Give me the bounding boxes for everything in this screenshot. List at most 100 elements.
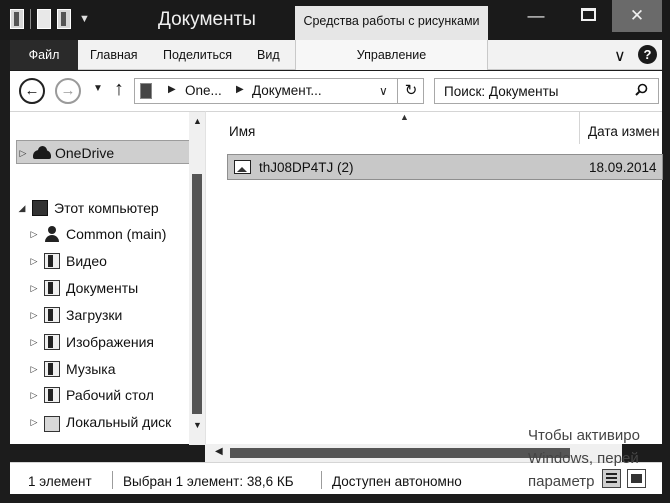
nav-item-label: Загрузки (66, 307, 123, 323)
activation-watermark-line: параметр (528, 473, 595, 490)
nav-item-label: Локальный диск (66, 414, 172, 430)
nav-item-onedrive[interactable]: ▷ OneDrive (16, 140, 192, 164)
title-bar: ▼ Документы Средства работы с рисунками … (0, 0, 670, 40)
status-availability: Доступен автономно (332, 474, 462, 489)
expand-icon[interactable]: ▷ (28, 330, 40, 354)
breadcrumb-separator[interactable]: ▶ (236, 84, 244, 95)
expand-icon[interactable]: ▷ (28, 303, 40, 327)
status-item-count: 1 элемент (28, 474, 92, 489)
ribbon: Файл Главная Поделиться Вид Управление ∨… (10, 40, 662, 70)
nav-item-label: Рабочий стол (66, 387, 154, 403)
scrollbar-thumb[interactable] (230, 448, 570, 458)
breadcrumb-documents[interactable]: Документ... (252, 83, 322, 98)
nav-item-downloads[interactable]: ▷ Загрузки (28, 303, 122, 327)
nav-item-label: Этот компьютер (54, 200, 159, 216)
activation-watermark-line: Windows, перей (528, 450, 639, 467)
column-divider[interactable] (579, 112, 580, 144)
column-header-name[interactable]: Имя (229, 124, 255, 139)
tab-share[interactable]: Поделиться (163, 40, 232, 70)
collapse-icon[interactable]: ◢ (16, 196, 28, 220)
drive-icon (44, 416, 60, 432)
nav-item-desktop[interactable]: ▷ Рабочий стол (28, 383, 154, 407)
tab-file[interactable]: Файл (10, 40, 78, 70)
window-title: Документы (158, 9, 256, 30)
minimize-button[interactable]: — (512, 0, 560, 32)
scrollbar-thumb[interactable] (192, 174, 202, 414)
close-button[interactable]: ✕ (612, 0, 662, 32)
nav-item-this-pc[interactable]: ◢ Этот компьютер (16, 196, 159, 220)
folder-icon (140, 83, 152, 99)
customize-toolbar-icon[interactable]: ▼ (79, 13, 90, 25)
image-file-icon (234, 160, 251, 174)
status-selection: Выбран 1 элемент: 38,6 КБ (123, 474, 294, 489)
nav-item-video[interactable]: ▷ Видео (28, 249, 107, 273)
expand-icon[interactable]: ▷ (28, 222, 40, 246)
cloud-icon (33, 145, 51, 161)
search-placeholder: Поиск: Документы (444, 84, 559, 99)
expand-icon[interactable]: ▷ (28, 410, 40, 434)
nav-scrollbar[interactable]: ▲ ▼ (189, 112, 205, 445)
expand-icon[interactable]: ▷ (28, 383, 40, 407)
nav-item-label: Видео (66, 253, 107, 269)
folder-icon (44, 253, 60, 269)
divider (112, 471, 113, 489)
refresh-button[interactable]: ↻ (397, 79, 424, 103)
new-folder-icon[interactable] (57, 9, 71, 29)
column-header-date[interactable]: Дата измен (588, 124, 660, 139)
file-list: ▲ Имя Дата измен thJ08DP4TJ (2) 18.09.20… (205, 111, 663, 444)
tab-manage[interactable]: Управление (295, 40, 488, 70)
properties-icon[interactable] (37, 9, 51, 29)
sort-indicator-icon: ▲ (400, 112, 409, 122)
navigation-pane: ▷ OneDrive ◢ Этот компьютер ▷ Common (main)… (10, 111, 205, 445)
folder-icon (44, 307, 60, 323)
breadcrumb-separator[interactable]: ▶ (168, 84, 176, 95)
search-input[interactable]: Поиск: Документы (434, 78, 659, 104)
divider (321, 471, 322, 489)
tab-home[interactable]: Главная (90, 40, 138, 70)
divider (30, 9, 31, 29)
file-name: thJ08DP4TJ (2) (259, 160, 354, 175)
nav-item-pictures[interactable]: ▷ Изображения (28, 330, 154, 354)
folder-icon[interactable] (10, 9, 24, 29)
nav-item-label: Common (main) (66, 226, 167, 242)
breadcrumb-onedrive[interactable]: One... (185, 83, 222, 98)
expand-ribbon-button[interactable]: ∨ (614, 46, 626, 66)
tab-view[interactable]: Вид (257, 40, 280, 70)
context-tab-picture-tools: Средства работы с рисунками (295, 6, 488, 40)
nav-item-common[interactable]: ▷ Common (main) (28, 222, 166, 246)
nav-item-documents[interactable]: ▷ Документы (28, 276, 138, 300)
scroll-down-icon[interactable]: ▼ (193, 420, 202, 430)
address-bar[interactable]: ▶ One... ▶ Документ... ∨ ↻ (134, 78, 424, 104)
recent-locations-button[interactable]: ▼ (93, 83, 103, 94)
large-icons-view-icon[interactable] (627, 469, 646, 488)
address-row: ← → ▼ ↑ ▶ One... ▶ Документ... ∨ ↻ Поиск… (10, 71, 662, 111)
folder-icon (44, 334, 60, 350)
search-icon[interactable] (635, 83, 648, 96)
help-icon[interactable]: ? (638, 45, 657, 64)
user-icon (44, 226, 60, 242)
quick-access-toolbar: ▼ (10, 9, 90, 29)
nav-item-label: Музыка (66, 361, 116, 377)
nav-item-label: Документы (66, 280, 139, 296)
back-button[interactable]: ← (19, 78, 45, 104)
expand-icon[interactable]: ▷ (28, 357, 40, 381)
file-row[interactable]: thJ08DP4TJ (2) 18.09.2014 (227, 154, 663, 180)
address-dropdown-button[interactable]: ∨ (379, 84, 388, 98)
expand-icon[interactable]: ▷ (17, 141, 29, 165)
details-view-icon[interactable] (602, 469, 621, 488)
scroll-up-icon[interactable]: ▲ (193, 116, 202, 126)
expand-icon[interactable]: ▷ (28, 276, 40, 300)
forward-button[interactable]: → (55, 78, 81, 104)
nav-item-local-disk[interactable]: ▷ Локальный диск (28, 410, 171, 434)
nav-item-label: Изображения (66, 334, 154, 350)
computer-icon (32, 200, 48, 216)
nav-item-music[interactable]: ▷ Музыка (28, 357, 116, 381)
folder-icon (44, 387, 60, 403)
activation-watermark-line: Чтобы активиро (528, 427, 640, 444)
up-button[interactable]: ↑ (114, 78, 124, 101)
expand-icon[interactable]: ▷ (28, 249, 40, 273)
maximize-button[interactable] (564, 0, 612, 32)
folder-icon (44, 361, 60, 377)
nav-item-label: OneDrive (55, 145, 115, 161)
scroll-left-icon[interactable]: ◀ (215, 446, 223, 457)
